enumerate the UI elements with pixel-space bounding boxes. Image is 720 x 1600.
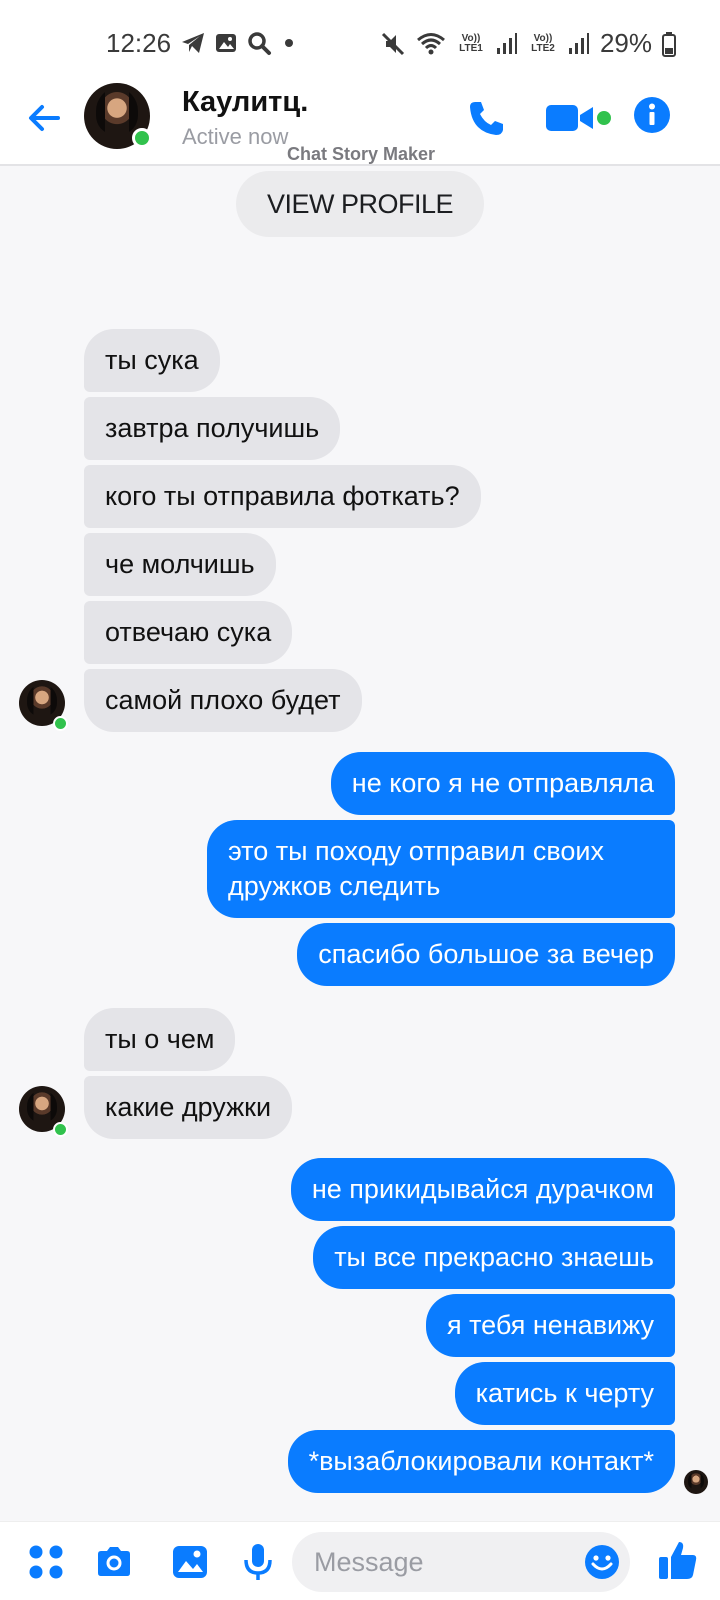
sim2-label: Vo)) LTE2 [531,32,555,54]
message-outgoing[interactable]: это ты походу отправил своих дружков сле… [207,820,675,918]
video-online-dot [597,111,611,125]
status-bar: 12:26 Vo)) LTE1 Vo)) LTE2 29% [0,0,720,80]
apps-icon[interactable] [26,1542,66,1582]
info-icon[interactable] [633,96,671,134]
sim1-label: Vo)) LTE1 [459,32,483,54]
signal-icon [496,32,517,54]
search-icon [248,32,271,55]
message-outgoing[interactable]: не прикидывайся дурачком [290,1158,675,1221]
image-icon[interactable] [170,1542,210,1582]
gallery-icon [216,34,236,52]
view-profile-button[interactable]: VIEW PROFILE [236,171,484,237]
camera-icon[interactable] [94,1542,134,1582]
wifi-icon [416,32,445,54]
emoji-icon[interactable] [584,1544,620,1580]
chat-header: Каулитц. Active now Chat Story Maker [0,80,720,166]
message-outgoing[interactable]: не кого я не отправляла [330,752,675,815]
telegram-icon [182,33,204,53]
message-composer [0,1521,720,1600]
message-outgoing[interactable]: спасибо большое за вечер [297,923,675,986]
message-outgoing[interactable]: катись к черту [454,1362,675,1425]
status-left-icons [180,30,298,56]
online-indicator [53,716,68,731]
message-incoming[interactable]: отвечаю сука [84,601,293,664]
mute-icon [381,32,405,55]
message-input[interactable] [292,1532,630,1592]
seen-avatar [684,1470,708,1494]
dot-icon [285,39,293,47]
message-outgoing[interactable]: *вызаблокировали контакт* [287,1430,675,1493]
message-incoming[interactable]: завтра получишь [84,397,341,460]
message-outgoing[interactable]: ты все прекрасно знаешь [313,1226,675,1289]
message-incoming[interactable]: че молчишь [84,533,276,596]
message-incoming[interactable]: ты сука [84,329,220,392]
thumbs-up-icon[interactable] [656,1538,700,1582]
status-right: Vo)) LTE1 Vo)) LTE2 29% [380,28,676,59]
watermark: Chat Story Maker [287,144,436,164]
online-indicator [132,128,152,148]
microphone-icon[interactable] [238,1542,278,1582]
battery-percent: 29% [599,28,652,58]
phone-icon[interactable] [466,98,506,138]
back-arrow-icon[interactable] [24,98,64,138]
battery-icon [662,31,676,57]
contact-name[interactable]: Каулитц. [182,86,308,119]
message-incoming[interactable]: кого ты отправила фоткать? [84,465,481,528]
online-indicator [53,1122,68,1137]
signal-icon [568,32,589,54]
message-incoming[interactable]: ты о чем [84,1008,236,1071]
message-incoming[interactable]: какие дружки [84,1076,293,1139]
status-time: 12:26 [106,28,172,58]
active-status: Active now [182,124,289,149]
message-incoming[interactable]: самой плохо будет [84,669,362,732]
message-outgoing[interactable]: я тебя ненавижу [425,1294,675,1357]
video-camera-icon[interactable] [545,102,595,134]
